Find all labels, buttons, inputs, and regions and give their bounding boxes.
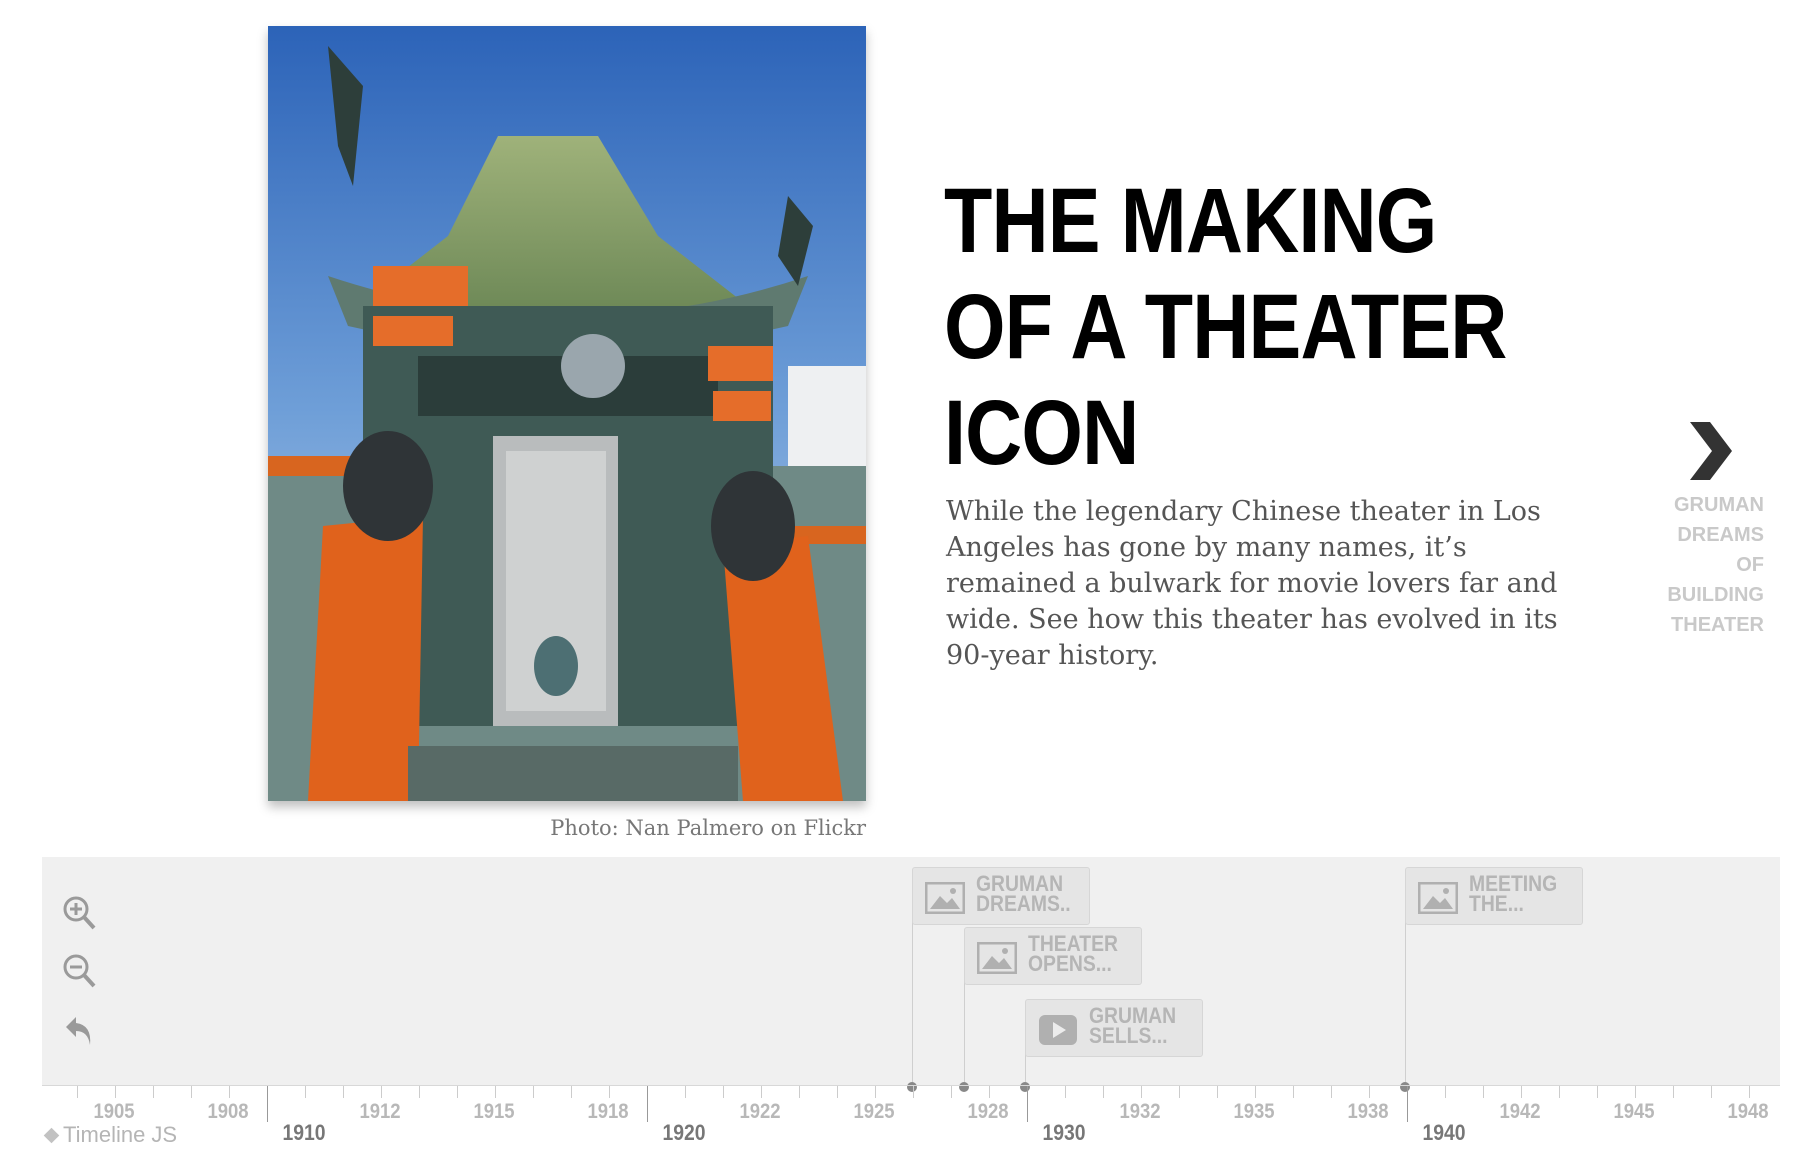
axis-tick	[1331, 1086, 1332, 1098]
zoom-out-button[interactable]	[62, 953, 98, 993]
axis-tick	[1749, 1086, 1750, 1098]
axis-label-major: 1940	[1422, 1120, 1466, 1145]
axis-tick	[533, 1086, 534, 1098]
diamond-icon	[43, 1127, 60, 1143]
axis-tick	[723, 1086, 724, 1098]
chevron-right-icon	[1690, 422, 1732, 480]
axis-tick	[1407, 1086, 1408, 1122]
slide-photo	[268, 26, 866, 801]
axis-tick	[419, 1086, 420, 1098]
brand-label: Timeline JS	[63, 1122, 178, 1147]
axis-tick	[1217, 1086, 1218, 1098]
axis-tick	[1445, 1086, 1446, 1098]
theater-photo	[268, 26, 866, 801]
axis-tick	[191, 1086, 192, 1098]
marker-line	[964, 979, 965, 1085]
marker-title: MEETING THE...	[1469, 874, 1558, 916]
axis-tick	[115, 1086, 116, 1098]
axis-tick	[1673, 1086, 1674, 1098]
timeline-marker[interactable]: GRUMAN SELLS...	[1025, 999, 1203, 1057]
axis-tick	[875, 1086, 876, 1098]
photo-credit: Photo: Nan Palmero on Flickr	[550, 816, 866, 840]
axis-tick	[1141, 1086, 1142, 1098]
axis-tick	[571, 1086, 572, 1098]
marker-title: GRUMAN DREAMS...	[976, 874, 1072, 916]
marker-title: GRUMAN SELLS...	[1089, 1006, 1177, 1048]
image-icon	[925, 882, 965, 914]
axis-tick	[1293, 1086, 1294, 1098]
axis-label-minor: 1932	[1119, 1100, 1161, 1123]
axis-tick	[153, 1086, 154, 1098]
timeline-marker[interactable]: MEETING THE...	[1405, 867, 1583, 925]
axis-label-minor: 1915	[473, 1100, 515, 1123]
axis-label-minor: 1925	[853, 1100, 895, 1123]
axis-tick	[1597, 1086, 1598, 1098]
axis-label-major: 1910	[282, 1120, 326, 1145]
slide-text: While the legendary Chinese theater in L…	[946, 496, 1558, 671]
next-slide-button[interactable]: GRUMAN DREAMS OF BUILDING THEATER	[1650, 420, 1770, 640]
axis-label-minor: 1912	[359, 1100, 401, 1123]
axis-label-minor: 1928	[967, 1100, 1009, 1123]
axis-label-minor: 1942	[1499, 1100, 1541, 1123]
zoom-in-icon	[63, 896, 96, 930]
next-slide-label: GRUMAN DREAMS OF BUILDING THEATER	[1667, 494, 1764, 636]
axis-tick	[267, 1086, 268, 1122]
axis-tick	[343, 1086, 344, 1098]
axis-tick	[1369, 1086, 1370, 1098]
undo-icon	[66, 1017, 91, 1045]
axis-tick	[1255, 1086, 1256, 1098]
marker-title: THEATER OPENS...	[1028, 934, 1118, 976]
axis-label-minor: 1918	[587, 1100, 629, 1123]
axis-label-minor: 1948	[1727, 1100, 1769, 1123]
timeline-marker[interactable]: THEATER OPENS...	[964, 927, 1142, 985]
axis-tick	[495, 1086, 496, 1098]
axis-tick	[229, 1086, 230, 1098]
axis-tick	[989, 1086, 990, 1098]
axis-label-minor: 1945	[1613, 1100, 1655, 1123]
axis-label-minor: 1905	[93, 1100, 135, 1123]
axis-label-major: 1920	[662, 1120, 706, 1145]
marker-line	[912, 919, 913, 1085]
time-axis: 1905 1908 1912 1915 1918 1922 1925 1928 …	[42, 1085, 1780, 1167]
zoom-in-button[interactable]	[62, 895, 98, 935]
axis-label-minor: 1922	[739, 1100, 781, 1123]
image-icon	[977, 942, 1017, 974]
timeline-marker[interactable]: GRUMAN DREAMS...	[912, 867, 1090, 925]
axis-tick	[1635, 1086, 1636, 1098]
axis-tick	[1559, 1086, 1560, 1098]
back-to-start-button[interactable]	[62, 1011, 98, 1051]
axis-tick	[913, 1086, 914, 1098]
axis-tick	[77, 1086, 78, 1098]
axis-tick	[761, 1086, 762, 1098]
axis-tick	[799, 1086, 800, 1098]
axis-tick	[1711, 1086, 1712, 1098]
axis-tick	[457, 1086, 458, 1098]
timeline-nav: GRUMAN DREAMS... THEATER OPENS... GRUMAN…	[42, 857, 1780, 1092]
slide-headline: THE MAKING OF A THEATER ICON	[944, 170, 1507, 484]
axis-tick	[305, 1086, 306, 1098]
axis-label-minor: 1938	[1347, 1100, 1389, 1123]
axis-tick	[609, 1086, 610, 1098]
axis-tick	[647, 1086, 648, 1122]
zoom-out-icon	[63, 954, 96, 988]
axis-tick	[951, 1086, 952, 1098]
axis-tick	[381, 1086, 382, 1098]
axis-label-minor: 1935	[1233, 1100, 1275, 1123]
axis-tick	[1027, 1086, 1028, 1122]
axis-label-minor: 1908	[207, 1100, 249, 1123]
axis-tick	[1065, 1086, 1066, 1098]
axis-tick	[1521, 1086, 1522, 1098]
axis-tick	[1179, 1086, 1180, 1098]
axis-label-major: 1930	[1042, 1120, 1086, 1145]
axis-tick	[1483, 1086, 1484, 1098]
axis-tick	[685, 1086, 686, 1098]
axis-tick	[837, 1086, 838, 1098]
image-icon	[1418, 882, 1458, 914]
video-icon	[1039, 1015, 1077, 1045]
axis-tick	[1103, 1086, 1104, 1098]
marker-line	[1405, 919, 1406, 1085]
timelinejs-brand-link[interactable]: Timeline JS	[43, 1122, 178, 1148]
